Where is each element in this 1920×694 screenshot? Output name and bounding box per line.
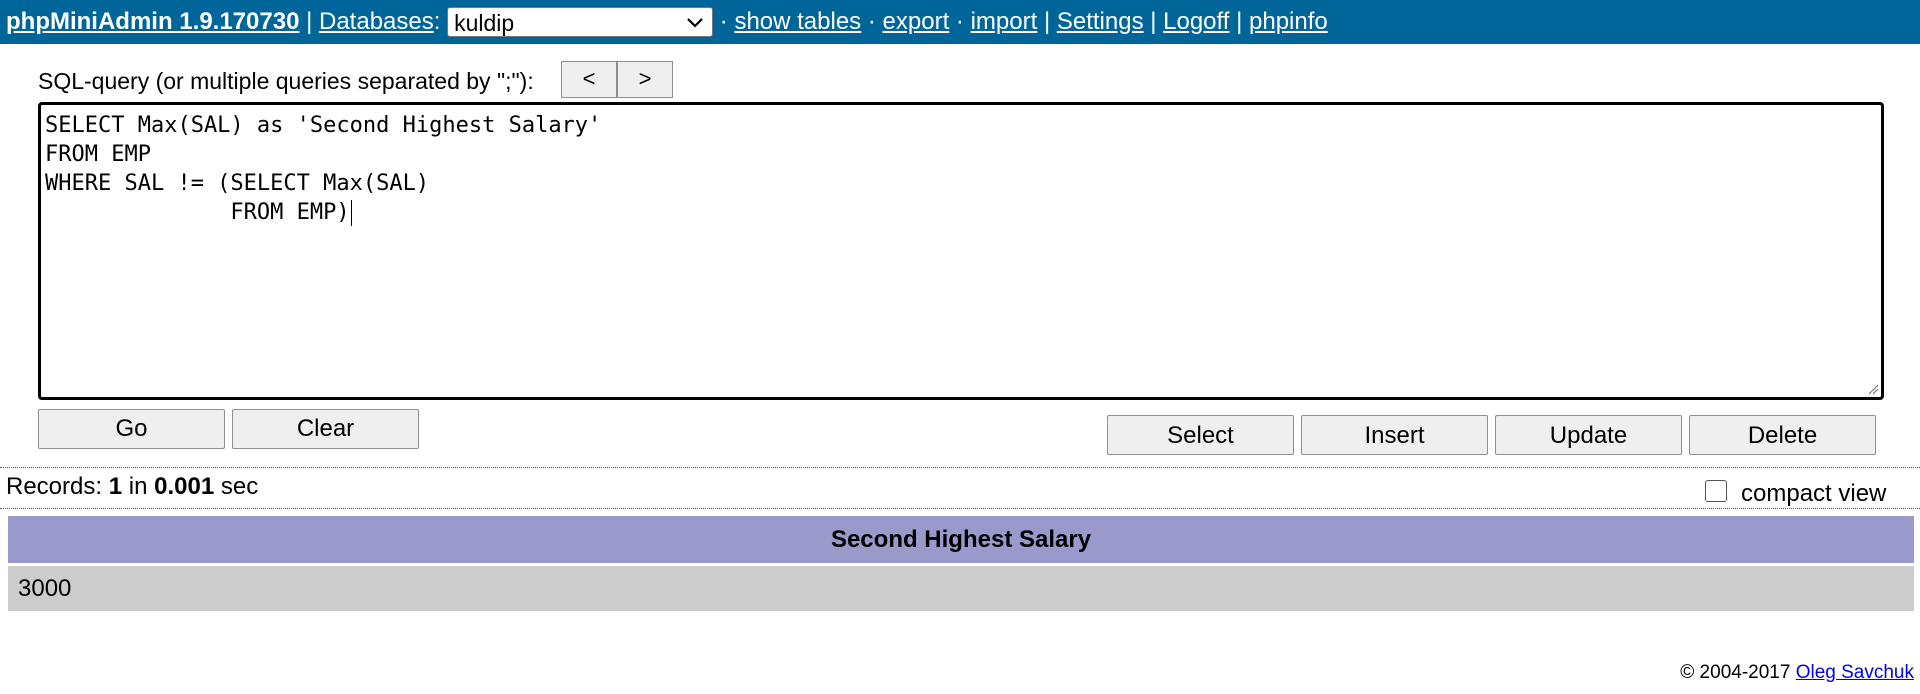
nav-separator: | — [1236, 8, 1243, 35]
top-nav-bar: phpMiniAdmin 1.9.170730 | Databases: kul… — [0, 0, 1920, 44]
table-row: 3000 — [8, 563, 1914, 611]
phpinfo-link[interactable]: phpinfo — [1249, 8, 1328, 35]
records-info: Records: 1 in 0.001 sec — [6, 473, 258, 501]
nav-separator: · — [719, 8, 728, 35]
database-select-value: kuldip — [454, 10, 515, 36]
author-link[interactable]: Oleg Savchuk — [1796, 662, 1914, 683]
logoff-link[interactable]: Logoff — [1163, 8, 1229, 35]
export-link[interactable]: export — [883, 8, 950, 35]
sql-query-label: SQL-query (or multiple queries separated… — [38, 68, 534, 94]
copyright-text: © 2004-2017 — [1680, 662, 1791, 683]
select-button[interactable]: Select — [1107, 415, 1294, 455]
nav-separator: | — [1043, 8, 1051, 35]
insert-button[interactable]: Insert — [1301, 415, 1488, 455]
databases-colon: : — [433, 8, 441, 35]
results-table: Second Highest Salary 3000 — [8, 516, 1914, 611]
nav-separator: | — [1150, 8, 1157, 35]
section-divider — [0, 508, 1920, 509]
sql-query-input[interactable]: SELECT Max(SAL) as 'Second Highest Salar… — [38, 102, 1884, 400]
in-label: in — [128, 473, 148, 500]
top-nav-links: phpMiniAdmin 1.9.170730 | Databases: kul… — [6, 0, 1328, 44]
databases-link[interactable]: Databases — [319, 8, 434, 35]
chevron-down-icon — [687, 18, 703, 28]
column-header[interactable]: Second Highest Salary — [8, 516, 1914, 565]
nav-separator: · — [955, 8, 964, 35]
nav-separator: · — [867, 8, 876, 35]
compact-view-label: compact view — [1741, 480, 1887, 507]
database-select[interactable]: kuldip — [447, 7, 714, 37]
update-button[interactable]: Update — [1495, 415, 1682, 455]
table-header-row: Second Highest Salary — [8, 516, 1914, 565]
compact-view-checkbox[interactable] — [1705, 480, 1727, 502]
compact-view-toggle[interactable]: compact view — [1705, 480, 1886, 508]
table-cell: 3000 — [8, 563, 1914, 611]
sql-query-text: SELECT Max(SAL) as 'Second Highest Salar… — [45, 113, 602, 225]
previous-query-button[interactable]: < — [561, 61, 617, 98]
query-time: 0.001 — [154, 473, 215, 500]
show-tables-link[interactable]: show tables — [734, 8, 861, 35]
sec-label: sec — [220, 473, 259, 500]
resize-grip-icon[interactable] — [1867, 383, 1879, 395]
import-link[interactable]: import — [971, 8, 1038, 35]
delete-button[interactable]: Delete — [1689, 415, 1876, 455]
text-caret — [350, 200, 352, 226]
nav-separator: | — [306, 8, 313, 35]
records-label: Records: — [6, 473, 103, 500]
clear-button[interactable]: Clear — [232, 409, 419, 449]
go-button[interactable]: Go — [38, 409, 225, 449]
records-count: 1 — [108, 473, 123, 500]
settings-link[interactable]: Settings — [1057, 8, 1144, 35]
section-divider — [0, 467, 1920, 468]
brand-link[interactable]: phpMiniAdmin 1.9.170730 — [6, 8, 299, 35]
footer: © 2004-2017 Oleg Savchuk — [1680, 662, 1914, 684]
next-query-button[interactable]: > — [617, 61, 673, 98]
